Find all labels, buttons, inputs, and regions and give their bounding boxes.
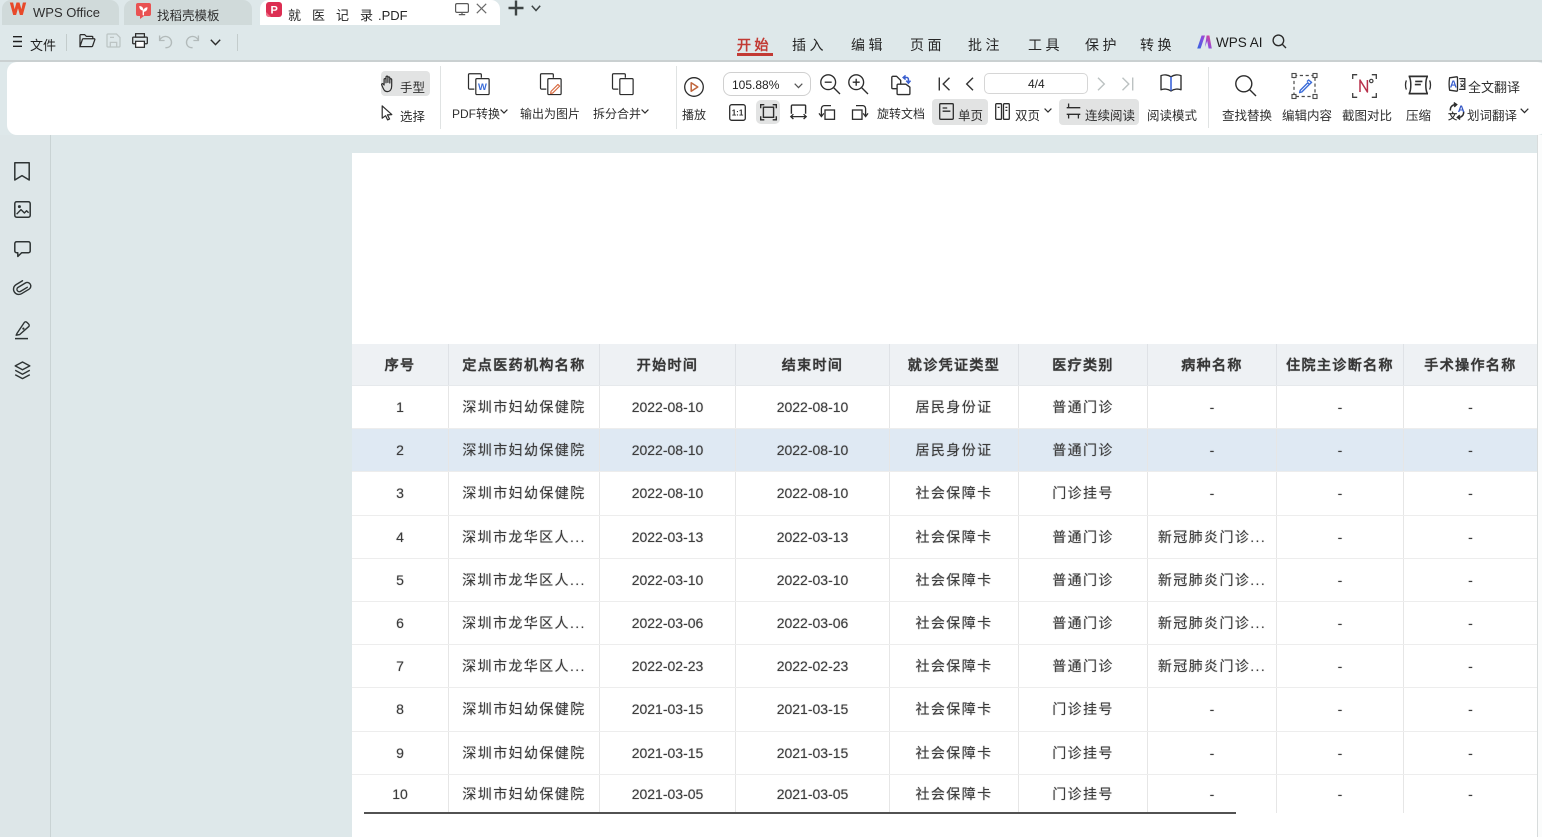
svg-text:A: A [1458,104,1465,115]
svg-text:A: A [1450,79,1457,90]
svg-text:文: 文 [1447,111,1458,122]
svg-text:1:1: 1:1 [732,109,744,118]
svg-text:P: P [271,4,278,16]
svg-text:W: W [478,82,487,92]
